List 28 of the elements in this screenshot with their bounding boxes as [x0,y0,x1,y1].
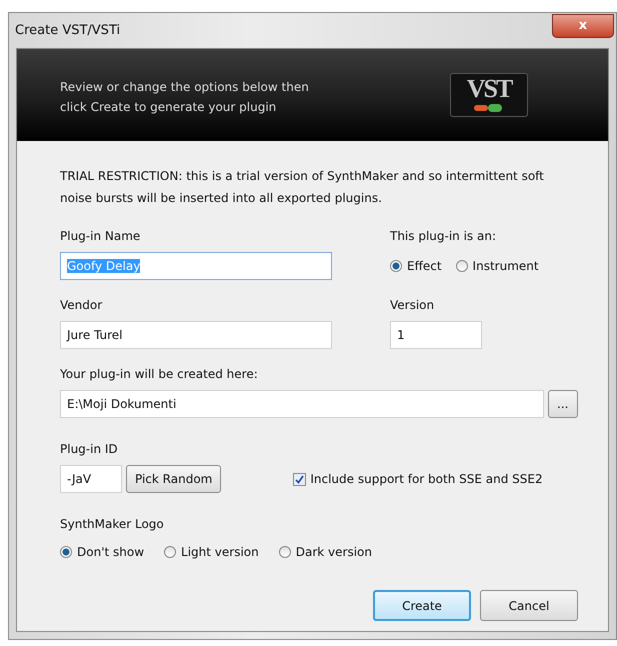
input-field[interactable]: Jure Turel [60,321,332,349]
create-button[interactable]: Create [373,590,471,621]
pick-random-button[interactable]: Pick Random [126,465,222,493]
header-text: click Create to generate your plugin [60,100,278,114]
path-field[interactable]: E:\Moji Dokumenti [60,390,544,418]
field-label: This plug-in is an: [390,229,497,243]
radio-option[interactable]: Light version [164,545,259,559]
field-label: Vendor [60,298,104,312]
radio-option[interactable]: Instrument [456,259,539,273]
trial-notice: TRIAL RESTRICTION: this is a trial version of SynthMaker and so intermittent soft noise bursts will be inserted into all exported plugins. [60,168,545,207]
vst-logo: VST [450,73,528,117]
check-icon [294,474,306,484]
input-field[interactable]: 1 [390,321,482,349]
field-value: Goofy Delay [67,259,140,273]
field-label: Plug-in Name [60,229,142,243]
field-label: SynthMaker Logo [60,517,165,531]
window-title: Create VST/VSTi [15,23,120,38]
header-text: Review or change the options below then [60,80,309,94]
radio-option[interactable]: Effect [390,259,442,273]
cancel-button[interactable]: Cancel [480,590,578,621]
radio-option[interactable]: Don't show [60,545,144,559]
radio-option[interactable]: Dark version [278,545,372,559]
sse-checkbox[interactable]: Include support for both SSE and SSE2 [293,472,543,486]
field-label: Plug-in ID [60,442,119,456]
browse-button[interactable]: ... [548,390,578,418]
input-field[interactable]: -JaV [60,465,122,493]
field-label: Your plug-in will be created here: [60,367,259,381]
field-label: Version [390,298,436,312]
